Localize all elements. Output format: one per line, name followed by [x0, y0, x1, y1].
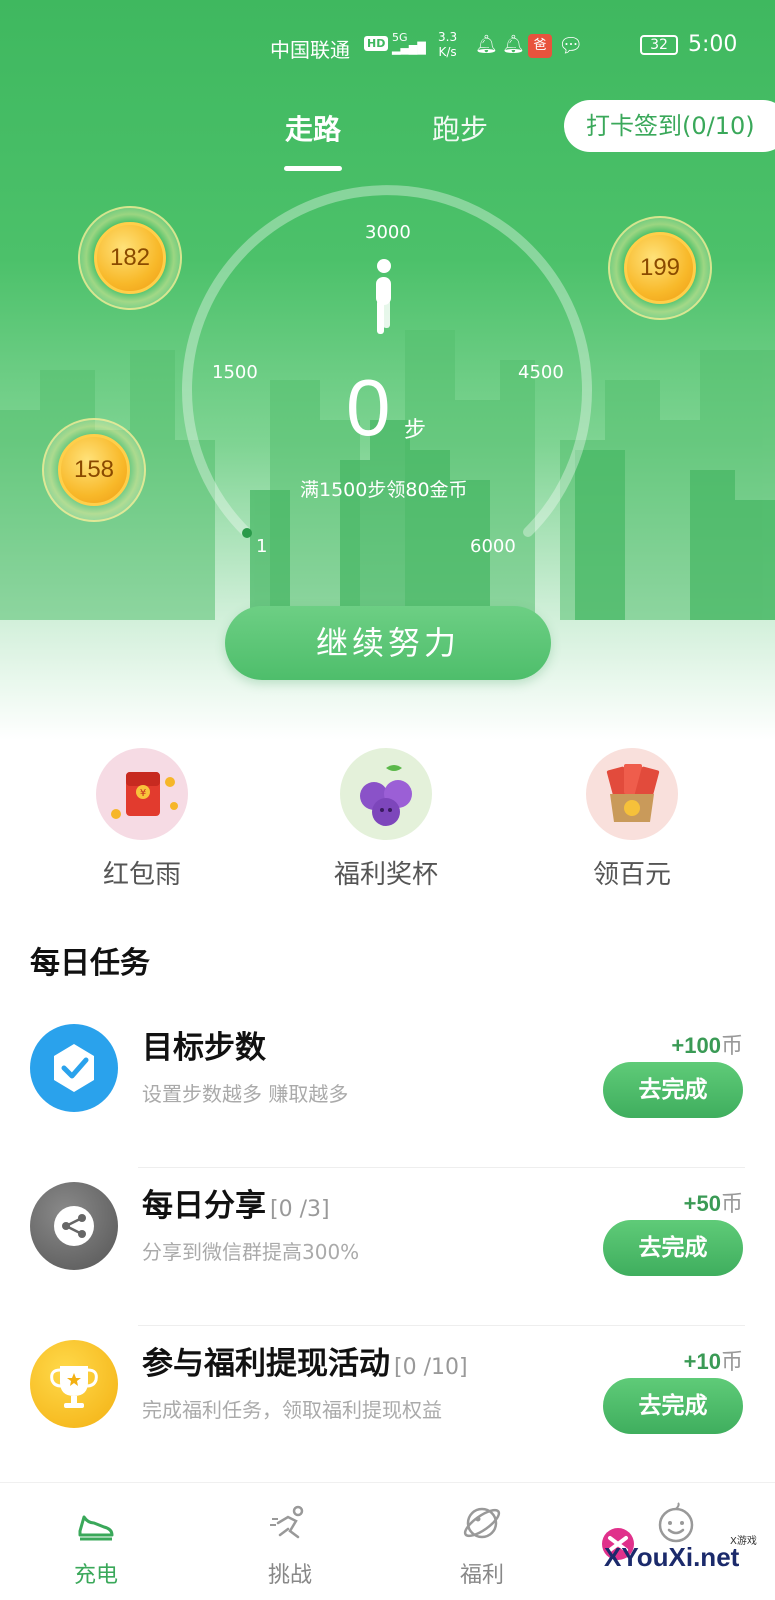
nav-charge[interactable]: 充电 — [46, 1501, 146, 1589]
task-name: 每日分享 [0 /3] — [142, 1188, 330, 1224]
coin-value: 182 — [94, 222, 166, 294]
dial-mark-1: 1 — [256, 536, 268, 557]
task-reward: +10币 — [683, 1349, 743, 1375]
share-icon — [30, 1182, 118, 1270]
task-reward: +100币 — [671, 1033, 743, 1059]
step-goal-text: 满1500步领80金币 — [300, 479, 468, 501]
feature-welfare-cup[interactable]: 福利奖杯 — [306, 748, 466, 891]
task-row: 目标步数 设置步数越多 赚取越多 +100币 去完成 — [0, 1010, 775, 1168]
task-description: 设置步数越多 赚取越多 — [142, 1082, 349, 1106]
dial-mark-6000: 6000 — [470, 536, 516, 557]
coin-value: 199 — [624, 232, 696, 304]
watermark-text: XYouXi.net — [604, 1542, 740, 1572]
task-description: 分享到微信群提高300% — [142, 1240, 360, 1264]
bottom-navigation: 充电 挑战 福利 我的 — [0, 1482, 775, 1600]
nav-challenge[interactable]: 挑战 — [240, 1501, 340, 1589]
continue-button[interactable]: 继续努力 — [225, 606, 551, 680]
task-progress: [0 /10] — [394, 1355, 468, 1380]
nav-label: 挑战 — [267, 1563, 312, 1588]
red-envelope-icon: ¥ — [96, 748, 188, 840]
go-complete-button[interactable]: 去完成 — [603, 1220, 743, 1276]
go-complete-button[interactable]: 去完成 — [603, 1378, 743, 1434]
dial-mark-4500: 4500 — [518, 362, 564, 383]
smiley-icon — [658, 1502, 694, 1543]
shield-check-icon — [30, 1024, 118, 1112]
daily-tasks-title: 每日任务 — [30, 946, 150, 981]
walker-icon — [376, 259, 391, 334]
watermark-small-text: X游戏 — [730, 1536, 757, 1547]
cash-pouch-icon — [586, 748, 678, 840]
planet-icon — [463, 1507, 501, 1539]
nav-welfare[interactable]: 福利 — [432, 1501, 532, 1589]
svg-text:¥: ¥ — [140, 788, 146, 799]
go-complete-button[interactable]: 去完成 — [603, 1062, 743, 1118]
task-reward: +50币 — [683, 1191, 743, 1217]
dial-mark-3000: 3000 — [365, 222, 411, 243]
task-name: 参与福利提现活动 [0 /10] — [142, 1346, 468, 1382]
feature-label: 红包雨 — [102, 860, 181, 890]
task-progress: [0 /3] — [270, 1197, 330, 1222]
runner-icon — [270, 1505, 304, 1539]
task-description: 完成福利任务，领取福利提现权益 — [142, 1398, 442, 1422]
task-row: 每日分享 [0 /3] 分享到微信群提高300% +50币 去完成 — [0, 1168, 775, 1326]
task-name: 目标步数 — [142, 1030, 266, 1066]
sneaker-icon — [78, 1515, 114, 1541]
dial-mark-1500: 1500 — [212, 362, 258, 383]
step-count: 0 — [346, 363, 391, 452]
coin-bubble[interactable]: 182 — [78, 206, 182, 310]
berries-icon — [340, 748, 432, 840]
nav-label: 充电 — [73, 1563, 118, 1588]
coin-bubble[interactable]: 158 — [42, 418, 146, 522]
progress-dot — [242, 528, 252, 538]
task-row: 参与福利提现活动 [0 /10] 完成福利任务，领取福利提现权益 +10币 去完成 — [0, 1326, 775, 1484]
trophy-icon — [30, 1340, 118, 1428]
feature-label: 福利奖杯 — [333, 860, 438, 890]
coin-bubble[interactable]: 199 — [608, 216, 712, 320]
feature-red-envelope-rain[interactable]: ¥ 红包雨 — [62, 748, 222, 891]
hero-section: 中国联通 HD 5G ▂▄▆█ 3.3 K/s 🔔︎ 🔔︎ 爸 💬︎ 32 5:00… — [0, 0, 775, 740]
step-unit: 步 — [404, 418, 427, 443]
nav-label: 福利 — [459, 1563, 504, 1588]
feature-claim-hundred[interactable]: 领百元 — [552, 748, 712, 891]
coin-value: 158 — [58, 434, 130, 506]
feature-label: 领百元 — [592, 860, 671, 890]
